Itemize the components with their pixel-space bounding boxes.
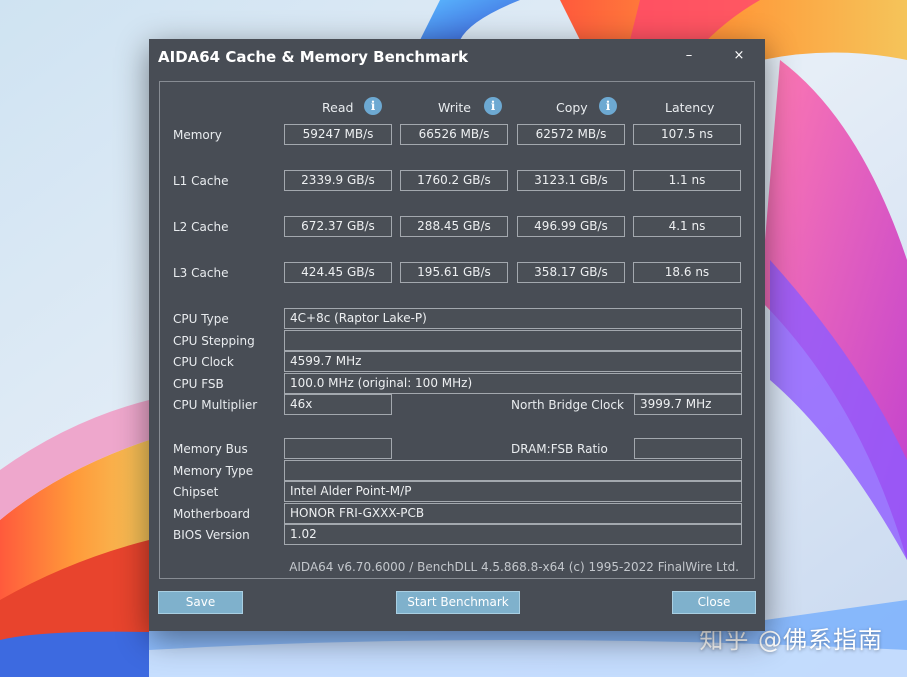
- results-panel: Read i Write i Copy i Latency Memory 592…: [159, 81, 755, 579]
- column-header-read: Read: [322, 100, 354, 115]
- row-label-l2-cache: L2 Cache: [173, 220, 229, 234]
- cpu-multiplier-value: 46x: [284, 394, 392, 415]
- memory-type-value: [284, 460, 742, 481]
- cpu-stepping-label: CPU Stepping: [173, 334, 255, 348]
- cpu-clock-value: 4599.7 MHz: [284, 351, 742, 372]
- memory-bus-label: Memory Bus: [173, 442, 248, 456]
- column-header-copy: Copy: [556, 100, 588, 115]
- cpu-stepping-value: [284, 330, 742, 351]
- start-benchmark-button[interactable]: Start Benchmark: [396, 591, 520, 614]
- bios-version-label: BIOS Version: [173, 528, 250, 542]
- row-label-memory: Memory: [173, 128, 222, 142]
- column-header-write: Write: [438, 100, 472, 115]
- cpu-multiplier-label: CPU Multiplier: [173, 398, 258, 412]
- l1-read-value: 2339.9 GB/s: [284, 170, 392, 191]
- chipset-label: Chipset: [173, 485, 219, 499]
- memory-bus-value: [284, 438, 392, 459]
- save-button[interactable]: Save: [158, 591, 243, 614]
- minimize-button[interactable]: –: [676, 45, 702, 67]
- dram-fsb-ratio-label: DRAM:FSB Ratio: [511, 442, 608, 456]
- north-bridge-clock-value: 3999.7 MHz: [634, 394, 742, 415]
- l3-copy-value: 358.17 GB/s: [517, 262, 625, 283]
- memory-type-label: Memory Type: [173, 464, 254, 478]
- title-bar[interactable]: AIDA64 Cache & Memory Benchmark – ×: [149, 39, 765, 77]
- dram-fsb-ratio-value: [634, 438, 742, 459]
- version-copyright-text: AIDA64 v6.70.6000 / BenchDLL 4.5.868.8-x…: [289, 560, 739, 574]
- row-label-l1-cache: L1 Cache: [173, 174, 229, 188]
- motherboard-value: HONOR FRI-GXXX-PCB: [284, 503, 742, 524]
- north-bridge-clock-label: North Bridge Clock: [511, 398, 624, 412]
- column-header-latency: Latency: [665, 100, 715, 115]
- l1-latency-value: 1.1 ns: [633, 170, 741, 191]
- window-title: AIDA64 Cache & Memory Benchmark: [158, 48, 469, 66]
- info-icon[interactable]: i: [484, 97, 502, 115]
- l2-read-value: 672.37 GB/s: [284, 216, 392, 237]
- chipset-value: Intel Alder Point-M/P: [284, 481, 742, 502]
- info-icon[interactable]: i: [364, 97, 382, 115]
- cpu-type-label: CPU Type: [173, 312, 229, 326]
- l2-write-value: 288.45 GB/s: [400, 216, 508, 237]
- memory-write-value: 66526 MB/s: [400, 124, 508, 145]
- cpu-clock-label: CPU Clock: [173, 355, 234, 369]
- l2-latency-value: 4.1 ns: [633, 216, 741, 237]
- info-icon[interactable]: i: [599, 97, 617, 115]
- memory-read-value: 59247 MB/s: [284, 124, 392, 145]
- benchmark-window: AIDA64 Cache & Memory Benchmark – × Read…: [149, 39, 765, 631]
- close-window-button[interactable]: ×: [726, 45, 752, 67]
- motherboard-label: Motherboard: [173, 507, 250, 521]
- cpu-fsb-label: CPU FSB: [173, 377, 224, 391]
- l3-latency-value: 18.6 ns: [633, 262, 741, 283]
- bios-version-value: 1.02: [284, 524, 742, 545]
- cpu-fsb-value: 100.0 MHz (original: 100 MHz): [284, 373, 742, 394]
- l3-read-value: 424.45 GB/s: [284, 262, 392, 283]
- cpu-type-value: 4C+8c (Raptor Lake-P): [284, 308, 742, 329]
- close-button[interactable]: Close: [672, 591, 756, 614]
- l2-copy-value: 496.99 GB/s: [517, 216, 625, 237]
- l3-write-value: 195.61 GB/s: [400, 262, 508, 283]
- memory-copy-value: 62572 MB/s: [517, 124, 625, 145]
- row-label-l3-cache: L3 Cache: [173, 266, 229, 280]
- memory-latency-value: 107.5 ns: [633, 124, 741, 145]
- l1-write-value: 1760.2 GB/s: [400, 170, 508, 191]
- l1-copy-value: 3123.1 GB/s: [517, 170, 625, 191]
